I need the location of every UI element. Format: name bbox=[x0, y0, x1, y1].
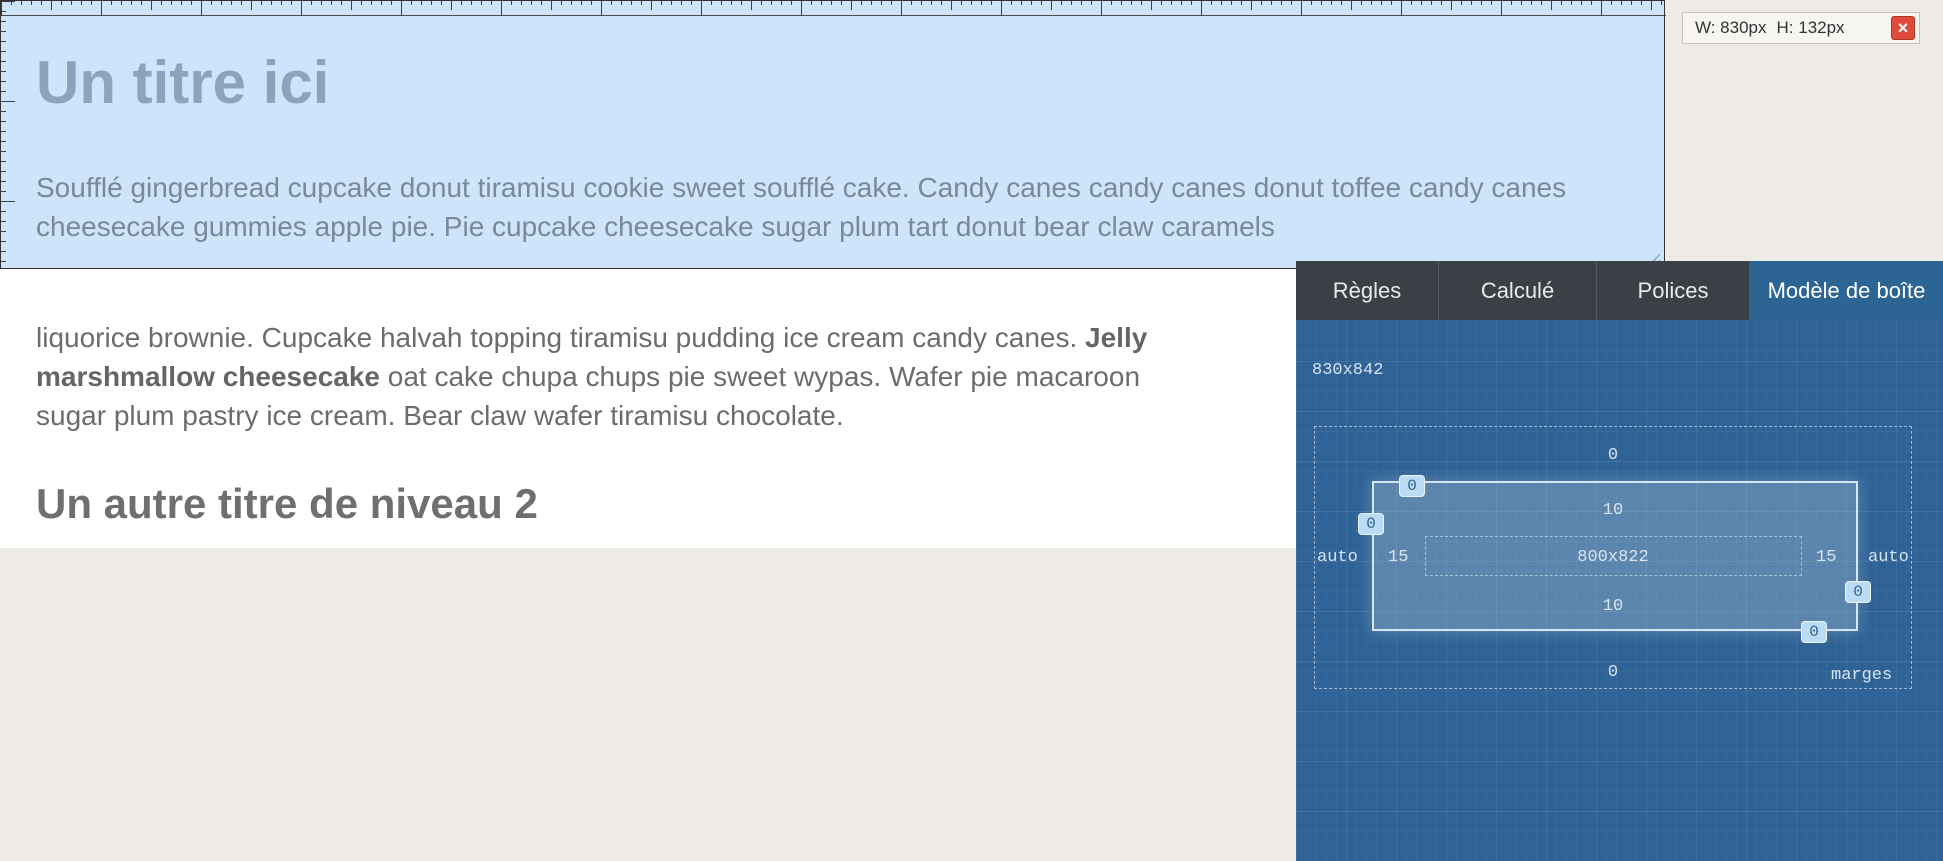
padding-right-value[interactable]: 15 bbox=[1816, 548, 1836, 567]
paragraph-2-text-c: sugar plum pastry ice cream. Bear claw w… bbox=[36, 400, 844, 431]
element-size-label: 830x842 bbox=[1312, 361, 1384, 380]
paragraph-2-bold-1: Jelly bbox=[1085, 322, 1148, 353]
content-size-value: 800x822 bbox=[1577, 548, 1649, 567]
page-heading-h1: Un titre ici bbox=[36, 49, 330, 116]
inspector-tabs: Règles Calculé Polices Modèle de boîte bbox=[1296, 261, 1943, 320]
margin-left-value[interactable]: auto bbox=[1317, 548, 1358, 567]
tab-polices[interactable]: Polices bbox=[1597, 261, 1750, 320]
margin-label: marges bbox=[1831, 666, 1893, 685]
padding-top-value[interactable]: 10 bbox=[1553, 501, 1673, 520]
tab-modele-de-boite[interactable]: Modèle de boîte bbox=[1750, 261, 1943, 320]
paragraph-2-text-a: liquorice brownie. Cupcake halvah toppin… bbox=[36, 322, 1086, 353]
border-top-badge[interactable]: 0 bbox=[1399, 475, 1425, 497]
paragraph-2-text-b: oat cake chupa chups pie sweet wypas. Wa… bbox=[379, 361, 1141, 392]
border-left-badge[interactable]: 0 bbox=[1358, 513, 1384, 535]
margin-top-value[interactable]: 0 bbox=[1553, 446, 1673, 465]
padding-left-value[interactable]: 15 bbox=[1388, 548, 1408, 567]
border-bottom-badge[interactable]: 0 bbox=[1801, 621, 1827, 643]
box-model-inspector: Règles Calculé Polices Modèle de boîte 8… bbox=[1296, 261, 1943, 861]
height-readout: H: 132px bbox=[1776, 18, 1845, 37]
border-right-badge[interactable]: 0 bbox=[1845, 581, 1871, 603]
dimension-badge: W: 830px H: 132px × bbox=[1682, 12, 1920, 44]
horizontal-ruler bbox=[1, 1, 1666, 16]
page-heading-h2: Un autre titre de niveau 2 bbox=[36, 480, 538, 527]
close-icon[interactable]: × bbox=[1891, 16, 1915, 40]
vertical-ruler bbox=[1, 1, 15, 270]
paragraph-1: Soufflé gingerbread cupcake donut tirami… bbox=[36, 172, 1567, 242]
paragraph-2: liquorice brownie. Cupcake halvah toppin… bbox=[36, 318, 1296, 435]
margin-bottom-value[interactable]: 0 bbox=[1553, 663, 1673, 682]
tab-calcule[interactable]: Calculé bbox=[1439, 261, 1597, 320]
paragraph-2-bold-2: marshmallow cheesecake bbox=[36, 361, 380, 392]
width-readout: W: 830px bbox=[1695, 18, 1767, 37]
tab-regles[interactable]: Règles bbox=[1296, 261, 1439, 320]
margin-right-value[interactable]: auto bbox=[1868, 548, 1909, 567]
padding-bottom-value[interactable]: 10 bbox=[1553, 597, 1673, 616]
